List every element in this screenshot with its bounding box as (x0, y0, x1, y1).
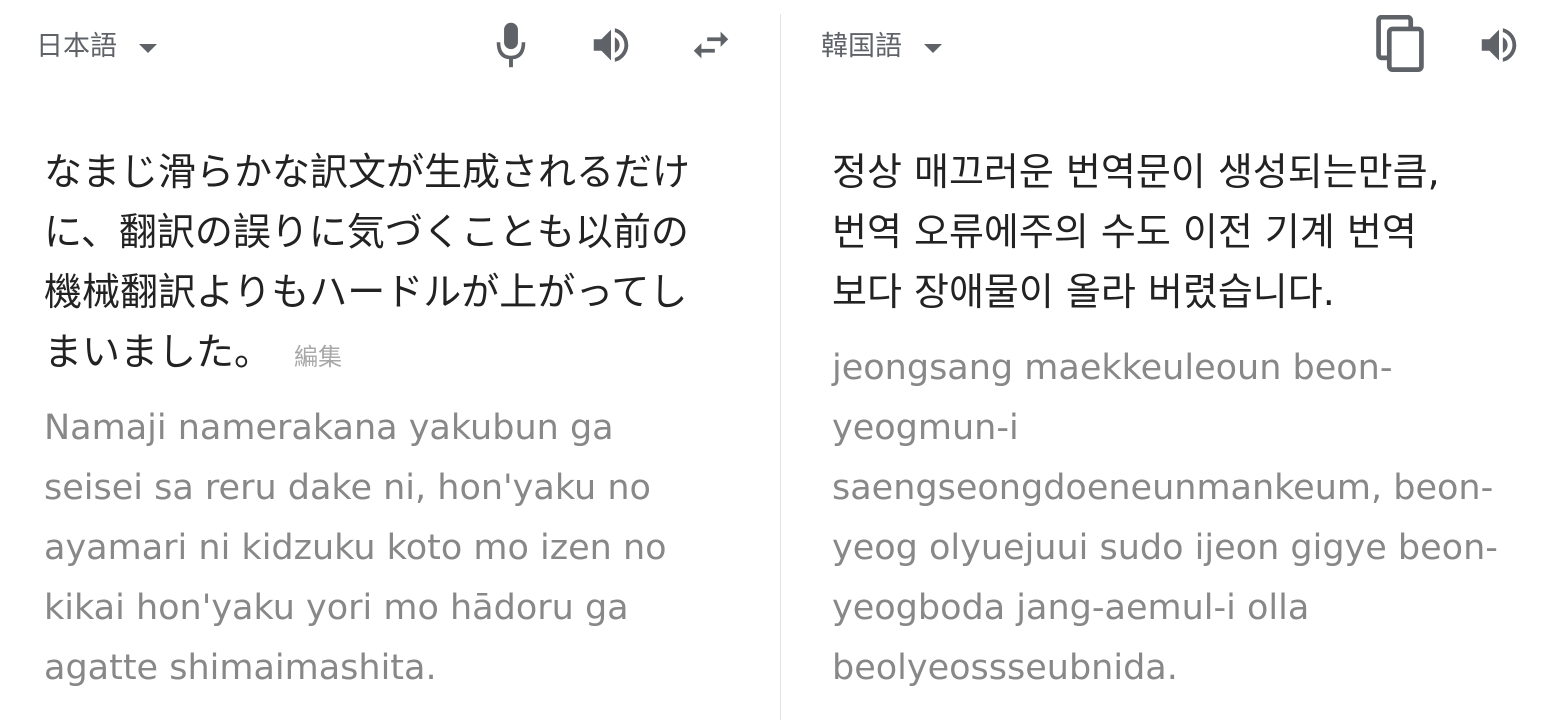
transliteration-line: seisei sa reru dake ni, hon'yaku no (44, 468, 651, 508)
chevron-down-icon (924, 43, 942, 53)
transliteration-line: yeogboda jang-aemul-i olla (832, 588, 1310, 628)
transliteration-line: saengseongdoeneunmankeum, beon- (832, 468, 1494, 508)
transliteration-line: agatte shimaimashita. (44, 648, 437, 688)
speaker-icon (586, 22, 636, 68)
target-transliteration: jeongsang maekkeuleoun beon- yeogmun-i s… (832, 338, 1532, 698)
source-language-select[interactable]: 日本語 (36, 28, 157, 66)
source-listen-button[interactable] (582, 16, 640, 74)
source-transliteration: Namaji namerakana yakubun ga seisei sa r… (44, 398, 744, 698)
transliteration-line: yeogmun-i (832, 408, 1019, 448)
target-pane: 韓国語 정상 매끄러운 번역문이 생성되는만큼, 번역 오류에주의 수도 이전 기… (781, 0, 1562, 720)
source-line: に、翻訳の誤りに気づくことも以前の (44, 210, 689, 254)
transliteration-line: jeongsang maekkeuleoun beon- (832, 348, 1393, 388)
transliteration-line: beolyeossseubnida. (832, 648, 1178, 688)
source-pane: 日本語 なまじ滑らかな訳文が生成されるだけ に、翻訳の誤りに気づくことも以前の 機械… (0, 0, 780, 720)
target-listen-button[interactable] (1470, 16, 1528, 74)
microphone-button[interactable] (482, 16, 540, 74)
target-language-select[interactable]: 韓国語 (821, 28, 942, 66)
translation-line: 보다 장애물이 올라 버렸습니다. (832, 270, 1335, 314)
transliteration-line: ayamari ni kidzuku koto mo izen no (44, 528, 667, 568)
translation-line: 번역 오류에주의 수도 이전 기계 번역 (832, 210, 1417, 254)
transliteration-line: kikai hon'yaku yori mo hādoru ga (44, 588, 629, 628)
microphone-icon (494, 20, 528, 70)
source-line: まいました。 (44, 330, 273, 374)
swap-languages-icon (686, 22, 736, 68)
swap-languages-button[interactable] (682, 16, 740, 74)
translation-text: 정상 매끄러운 번역문이 생성되는만큼, 번역 오류에주의 수도 이전 기계 번역… (832, 142, 1532, 322)
source-text[interactable]: なまじ滑らかな訳文が生成されるだけ に、翻訳の誤りに気づくことも以前の 機械翻訳より… (44, 142, 744, 387)
transliteration-line: Namaji namerakana yakubun ga (44, 408, 614, 448)
transliteration-line: yeog olyuejuui sudo ijeon gigye beon- (832, 528, 1498, 568)
target-language-label: 韓国語 (821, 31, 902, 62)
source-language-label: 日本語 (36, 31, 117, 62)
copy-translation-button[interactable] (1371, 15, 1429, 75)
copy-icon (1374, 15, 1426, 75)
chevron-down-icon (139, 43, 157, 53)
edit-link[interactable]: 編集 (294, 343, 342, 371)
source-line: なまじ滑らかな訳文が生成されるだけ (44, 150, 691, 194)
speaker-icon (1474, 22, 1524, 68)
source-line: 機械翻訳よりもハードルが上がってし (44, 270, 688, 314)
translation-line: 정상 매끄러운 번역문이 생성되는만큼, (832, 150, 1440, 194)
